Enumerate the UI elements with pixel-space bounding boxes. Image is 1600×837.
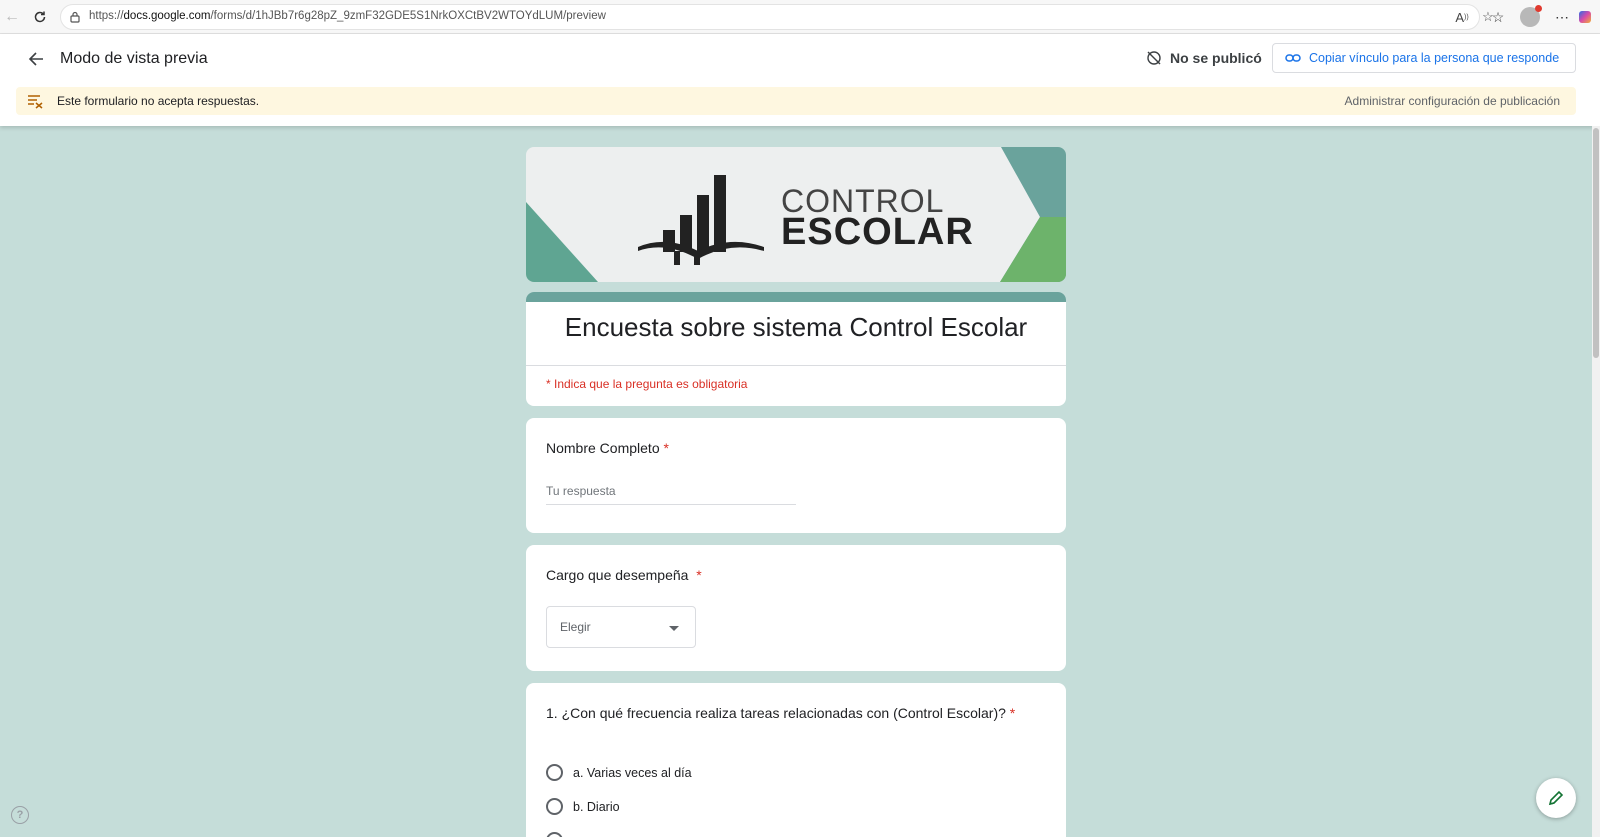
radio-button[interactable]: [546, 764, 563, 781]
preview-header: Modo de vista previa No se publicó Copia…: [0, 34, 1600, 126]
radio-button[interactable]: [546, 798, 563, 815]
not-accepting-responses-banner: Este formulario no acepta respuestas. Ad…: [16, 87, 1576, 115]
question-card-frequency: 1. ¿Con qué frecuencia realiza tareas re…: [526, 683, 1066, 837]
banner-message: Este formulario no acepta respuestas.: [57, 94, 260, 108]
link-icon: [1285, 54, 1301, 62]
back-arrow-icon[interactable]: [24, 47, 48, 71]
favorites-icon[interactable]: ☆: [1486, 5, 1510, 29]
dropdown-value: Elegir: [560, 620, 591, 634]
unpublished-icon: [1147, 51, 1161, 65]
radio-option-label: a. Varias veces al día: [573, 765, 692, 780]
reload-icon[interactable]: [28, 5, 52, 29]
question-label: 1. ¿Con qué frecuencia realiza tareas re…: [546, 705, 1016, 721]
form-title-card: Encuesta sobre sistema Control Escolar *…: [526, 292, 1066, 406]
required-note: * Indica que la pregunta es obligatoria: [546, 377, 748, 391]
required-asterisk: *: [663, 440, 669, 456]
profile-icon[interactable]: [1518, 5, 1542, 29]
browser-toolbar: ← https://docs.google.com/forms/d/1hJBb7…: [0, 0, 1600, 34]
copilot-icon[interactable]: [1578, 5, 1592, 29]
logo-text-escolar: ESCOLAR: [781, 211, 974, 253]
question-label: Nombre Completo *: [546, 440, 669, 456]
read-aloud-icon[interactable]: A)): [1453, 8, 1471, 26]
radio-option[interactable]: [546, 832, 573, 837]
edit-form-button[interactable]: [1536, 778, 1576, 818]
page-scrollbar[interactable]: [1592, 126, 1600, 837]
publish-status-label: No se publicó: [1170, 50, 1262, 66]
question-card-name: Nombre Completo *: [526, 418, 1066, 533]
responses-off-icon: [28, 95, 43, 109]
scrollbar-thumb[interactable]: [1593, 128, 1599, 358]
question-card-position: Cargo que desempeña * Elegir: [526, 545, 1066, 671]
publish-status: No se publicó: [1146, 50, 1262, 66]
url-text: https://docs.google.com/forms/d/1hJBb7r6…: [89, 10, 606, 22]
back-icon[interactable]: ←: [0, 5, 24, 29]
divider: [526, 365, 1066, 366]
radio-option-label: b. Diario: [573, 799, 620, 814]
avatar: [1520, 5, 1542, 27]
help-icon[interactable]: ?: [11, 806, 29, 824]
radio-option[interactable]: b. Diario: [546, 798, 620, 815]
copy-responder-link-button[interactable]: Copiar vínculo para la persona que respo…: [1272, 43, 1576, 73]
form-title: Encuesta sobre sistema Control Escolar: [564, 312, 1028, 342]
form-header-image: CONTROL ESCOLAR: [526, 147, 1066, 282]
copy-link-label: Copiar vínculo para la persona que respo…: [1309, 51, 1560, 65]
question-label: Cargo que desempeña *: [546, 567, 702, 583]
address-bar[interactable]: https://docs.google.com/forms/d/1hJBb7r6…: [60, 4, 1494, 30]
position-dropdown[interactable]: Elegir: [546, 606, 696, 648]
required-asterisk: *: [1009, 705, 1016, 721]
name-input[interactable]: [546, 481, 796, 505]
manage-publish-settings-link[interactable]: Administrar configuración de publicación: [1345, 94, 1560, 108]
pencil-icon: [1548, 790, 1564, 806]
title-accent-strip: [526, 292, 1066, 302]
radio-button[interactable]: [546, 832, 563, 837]
page-title: Modo de vista previa: [60, 50, 208, 67]
required-asterisk: *: [696, 567, 702, 583]
dropdown-arrow-icon: [669, 626, 679, 631]
more-menu-icon[interactable]: ⋯: [1550, 5, 1574, 29]
lock-icon: [70, 11, 80, 23]
radio-option[interactable]: a. Varias veces al día: [546, 764, 692, 781]
